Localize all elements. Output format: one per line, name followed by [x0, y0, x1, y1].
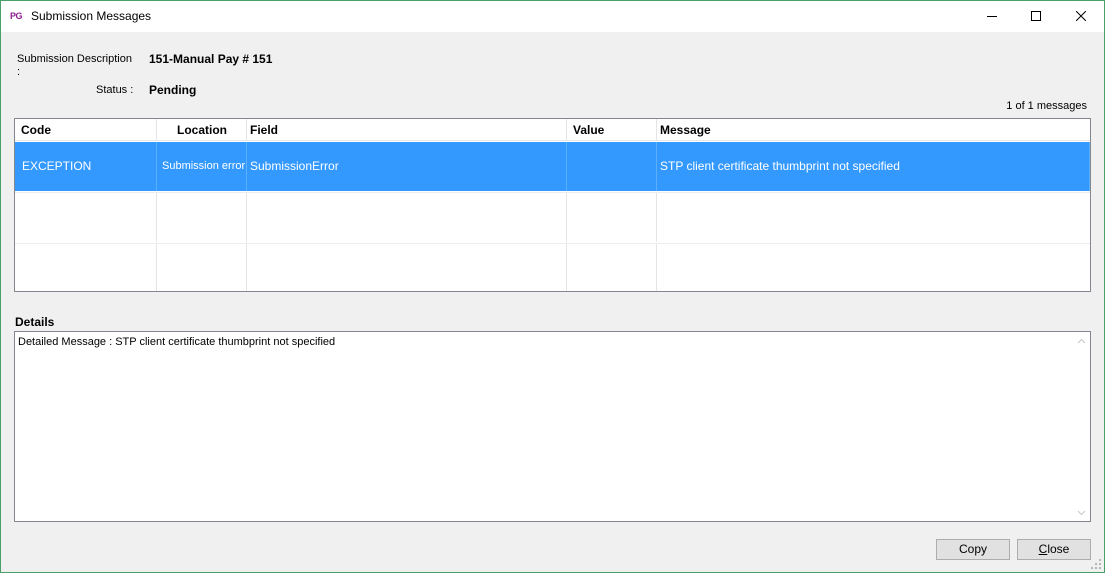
window-title: Submission Messages [31, 9, 152, 23]
details-text: Detailed Message : STP client certificat… [18, 336, 336, 348]
empty-cell [157, 244, 247, 291]
cell-value[interactable] [567, 142, 657, 191]
cell-message[interactable]: STP client certificate thumbprint not sp… [657, 142, 1090, 191]
empty-cell [567, 244, 657, 291]
details-scrollbar[interactable] [1073, 332, 1090, 521]
message-count: 1 of 1 messages [1006, 100, 1087, 112]
empty-cell [157, 193, 247, 242]
minimize-button[interactable] [969, 1, 1015, 31]
app-logo-icon: PG [10, 11, 23, 21]
status-label: Status : [96, 84, 134, 96]
column-header-code[interactable]: Code [15, 119, 157, 141]
empty-cell [657, 193, 1090, 242]
scroll-down-button[interactable] [1073, 504, 1090, 521]
cell-location[interactable]: Submission error [157, 142, 247, 191]
table-row-selected[interactable]: EXCEPTION Submission error SubmissionErr… [15, 142, 1090, 191]
maximize-icon [1031, 11, 1041, 21]
column-header-field[interactable]: Field [247, 119, 567, 141]
chevron-up-icon [1077, 338, 1086, 343]
scroll-up-button[interactable] [1073, 332, 1090, 349]
minimize-icon [987, 16, 997, 17]
column-header-value[interactable]: Value [567, 119, 657, 141]
close-button-label: lose [1047, 542, 1070, 556]
column-header-message[interactable]: Message [657, 119, 1090, 141]
title-bar[interactable]: PG Submission Messages [1, 1, 1104, 32]
empty-cell [567, 193, 657, 242]
submission-description-value: 151-Manual Pay # 151 [149, 52, 273, 66]
chevron-down-icon [1077, 510, 1086, 515]
table-row-empty [15, 243, 1090, 291]
close-icon [1076, 11, 1086, 21]
empty-cell [15, 193, 157, 242]
grid-header: Code Location Field Value Message [15, 119, 1090, 141]
column-header-location[interactable]: Location [157, 119, 247, 141]
copy-button[interactable]: Copy [936, 539, 1010, 560]
empty-cell [657, 244, 1090, 291]
window-close-button[interactable] [1058, 1, 1104, 31]
submission-messages-window: PG Submission Messages Submission Descri… [0, 0, 1105, 573]
messages-grid[interactable]: Code Location Field Value Message EXCEPT… [14, 118, 1091, 292]
resize-grip-icon[interactable] [1091, 559, 1101, 569]
submission-description-label: Submission Description : [17, 53, 132, 78]
table-row-empty [15, 192, 1090, 242]
close-button[interactable]: Close [1017, 539, 1091, 560]
details-label: Details [15, 315, 55, 329]
empty-cell [247, 244, 567, 291]
maximize-button[interactable] [1013, 1, 1059, 31]
cell-field[interactable]: SubmissionError [247, 142, 567, 191]
empty-cell [15, 244, 157, 291]
cell-code[interactable]: EXCEPTION [15, 142, 157, 191]
status-value: Pending [149, 83, 197, 97]
empty-cell [247, 193, 567, 242]
details-textarea[interactable]: Detailed Message : STP client certificat… [14, 331, 1091, 522]
